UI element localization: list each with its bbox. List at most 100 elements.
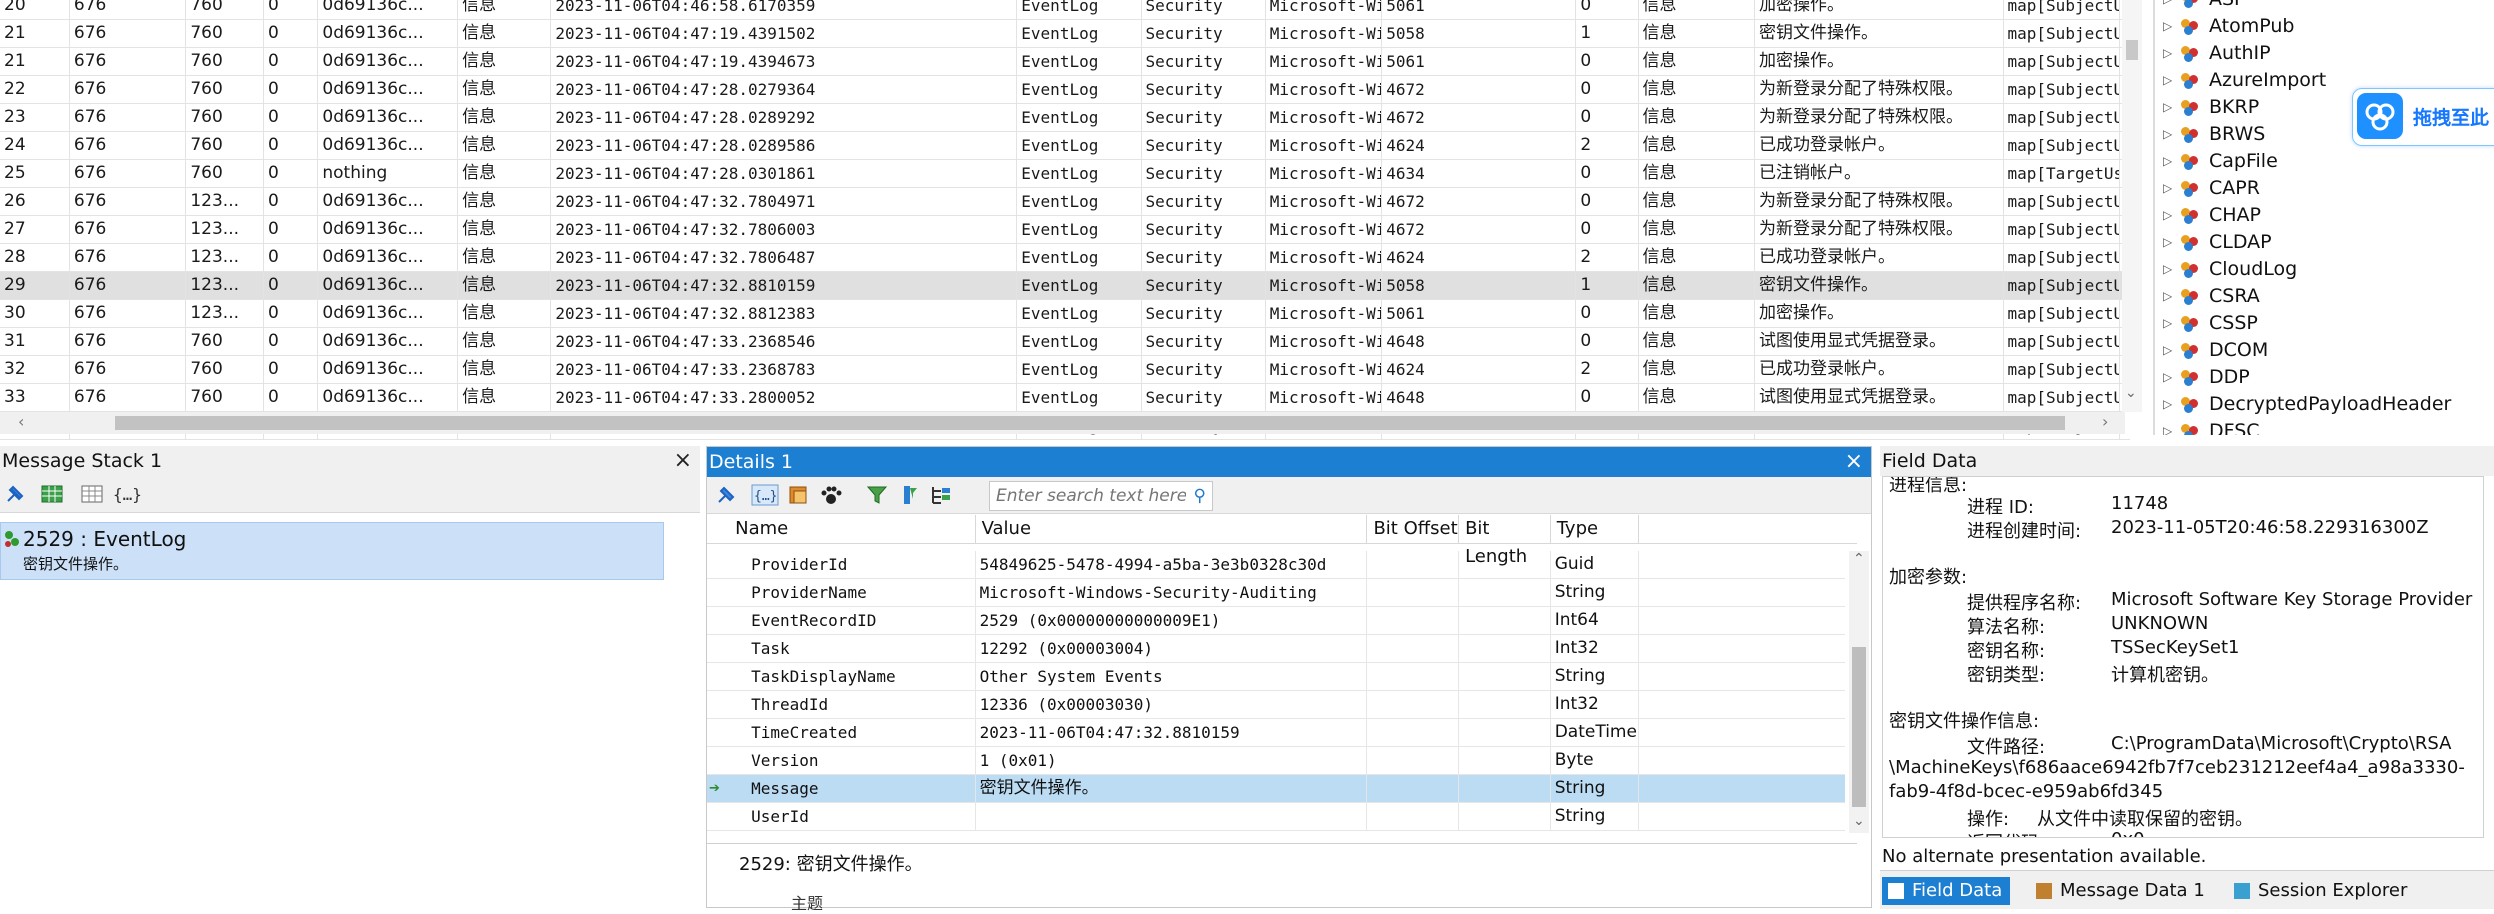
table-row[interactable]: 23 676 760 0 0d69136c... 信息 2023-11-06T04:47:2… — [0, 104, 2130, 132]
property-row[interactable]: TimeCreated 2023-11-06T04:47:32.8810159 Da… — [707, 719, 1845, 747]
expand-arrow-icon[interactable]: ▷ — [2163, 337, 2172, 364]
table-cell-prov: Microsoft-Win... — [1266, 384, 1383, 411]
table-cell-ver: 2 — [1576, 132, 1639, 159]
search-icon[interactable]: ⚲ — [1194, 486, 1206, 506]
braces-icon[interactable]: {…} — [112, 483, 142, 505]
property-row[interactable]: ThreadId 12336 (0x00003030) Int32 — [707, 691, 1845, 719]
property-row[interactable]: TaskDisplayName Other System Events String — [707, 663, 1845, 691]
pin-icon[interactable] — [713, 484, 737, 506]
column-header-bit-length[interactable]: Bit Length — [1459, 515, 1551, 567]
property-row[interactable]: ➔ Message 密钥文件操作。 String — [707, 775, 1845, 803]
property-row[interactable]: Version 1 (0x01) Byte — [707, 747, 1845, 775]
table-row[interactable]: 32 676 760 0 0d69136c... 信息 2023-11-06T04:47:3… — [0, 356, 2130, 384]
table-row[interactable]: 21 676 760 0 0d69136c... 信息 2023-11-06T04:47:1… — [0, 20, 2130, 48]
event-grid-vertical-scrollbar[interactable]: ⌄ — [2122, 0, 2142, 412]
scroll-down-arrow-icon[interactable]: ⌄ — [2125, 385, 2137, 401]
event-grid[interactable]: 20 676 760 0 0d69136c... 信息 2023-11-06T04:46:5… — [0, 0, 2150, 440]
tab-session-explorer[interactable]: Session Explorer — [2228, 877, 2415, 905]
tab-icon — [2036, 883, 2052, 899]
table-row[interactable]: 26 676 123... 0 0d69136c... 信息 2023-11-06T04:4… — [0, 188, 2130, 216]
expand-arrow-icon[interactable]: ▷ — [2163, 283, 2172, 310]
event-grid-horizontal-scrollbar[interactable]: ‹ › — [0, 412, 2125, 434]
expand-arrow-icon[interactable]: ▷ — [2163, 40, 2172, 67]
table-row[interactable]: 31 676 760 0 0d69136c... 信息 2023-11-06T04:47:3… — [0, 328, 2130, 356]
filter-icon[interactable] — [865, 484, 889, 506]
paw-icon[interactable] — [819, 484, 843, 506]
message-stack-item[interactable]: 2529 : EventLog 密钥文件操作。 — [0, 522, 664, 580]
table-cell-pid: 676 — [70, 384, 187, 411]
column-header-value[interactable]: Value — [976, 515, 1368, 543]
table-row[interactable]: 29 676 123... 0 0d69136c... 信息 2023-11-06T04:4… — [0, 272, 2130, 300]
protocol-tree[interactable]: ▷ ASF ▷ AtomPub ▷ AuthIP ▷ AzureImport ▷ BKRP ▷ BRW… — [2153, 0, 2494, 435]
column-header-name[interactable]: Name — [729, 515, 976, 543]
scroll-left-arrow-icon[interactable]: ‹ — [18, 412, 24, 431]
property-row[interactable]: Task 12292 (0x00003004) Int32 — [707, 635, 1845, 663]
expand-arrow-icon[interactable]: ▷ — [2163, 0, 2172, 13]
scroll-down-arrow-icon[interactable]: ⌄ — [1853, 813, 1865, 829]
table-row[interactable]: 28 676 123... 0 0d69136c... 信息 2023-11-06T04:4… — [0, 244, 2130, 272]
table-row[interactable]: 22 676 760 0 0d69136c... 信息 2023-11-06T04:47:2… — [0, 76, 2130, 104]
tree-view-icon[interactable] — [929, 484, 953, 506]
table-row[interactable]: 25 676 760 0 nothing 信息 2023-11-06T04:47:28.03… — [0, 160, 2130, 188]
expand-arrow-icon[interactable]: ▷ — [2163, 202, 2172, 229]
table-row[interactable]: 33 676 760 0 0d69136c... 信息 2023-11-06T04:47:3… — [0, 384, 2130, 412]
table-row[interactable]: 30 676 123... 0 0d69136c... 信息 2023-11-06T04:4… — [0, 300, 2130, 328]
table-view-icon[interactable] — [40, 483, 64, 505]
table-cell-ver: 0 — [1576, 384, 1639, 411]
expand-arrow-icon[interactable]: ▷ — [2163, 418, 2172, 435]
expand-arrow-icon[interactable]: ▷ — [2163, 391, 2172, 418]
table-row[interactable]: 21 676 760 0 0d69136c... 信息 2023-11-06T04:47:1… — [0, 48, 2130, 76]
property-cell-name: EventRecordID — [747, 607, 976, 634]
decode-icon[interactable] — [787, 484, 811, 506]
property-row[interactable]: UserId String — [707, 803, 1845, 831]
property-row[interactable]: EventRecordID 2529 (0x00000000000009E1) In… — [707, 607, 1845, 635]
pane-title: Details 1 — [707, 447, 1871, 477]
column-header-bit-offset[interactable]: Bit Offset — [1367, 515, 1460, 543]
grid-view-icon[interactable] — [80, 483, 104, 505]
table-row[interactable]: 20 676 760 0 0d69136c... 信息 2023-11-06T04:46:5… — [0, 0, 2130, 20]
table-cell-msg: 加密操作。 — [1755, 0, 2004, 19]
details-vertical-scrollbar[interactable]: ⌃ ⌄ — [1849, 551, 1869, 833]
table-cell-act: 0d69136c... — [318, 0, 459, 19]
expand-arrow-icon[interactable]: ▷ — [2163, 148, 2172, 175]
expand-arrow-icon[interactable]: ▷ — [2163, 13, 2172, 40]
table-cell-idx: 30 — [0, 300, 70, 327]
table-cell-msg: 为新登录分配了特殊权限。 — [1755, 76, 2004, 103]
close-icon[interactable]: × — [1845, 447, 1863, 477]
table-row[interactable]: 27 676 123... 0 0d69136c... 信息 2023-11-06T04:4… — [0, 216, 2130, 244]
column-header-type[interactable]: Type — [1551, 515, 1640, 543]
expand-arrow-icon[interactable]: ▷ — [2163, 67, 2172, 94]
expand-arrow-icon[interactable]: ▷ — [2163, 310, 2172, 337]
scrollbar-thumb[interactable] — [115, 416, 2065, 430]
table-cell-level: 信息 — [458, 272, 552, 299]
scrollbar-thumb[interactable] — [1852, 647, 1866, 807]
tab-message-data[interactable]: Message Data 1 — [2030, 877, 2213, 905]
tab-field-data[interactable]: Field Data — [1882, 877, 2011, 905]
pin-icon[interactable] — [2, 483, 26, 505]
drag-drop-widget[interactable]: 拖拽至此 — [2352, 88, 2494, 146]
property-row[interactable]: ProviderId 54849625-5478-4994-a5ba-3e3b03… — [707, 551, 1845, 579]
table-cell-time: 2023-11-06T04:47:28.0289292 — [551, 104, 1018, 131]
scroll-up-arrow-icon[interactable]: ⌃ — [1853, 551, 1865, 567]
column-filter-icon[interactable] — [897, 484, 921, 506]
field-label: 密钥文件操作信息: — [1889, 711, 2040, 732]
expand-arrow-icon[interactable]: ▷ — [2163, 364, 2172, 391]
scroll-right-arrow-icon[interactable]: › — [2102, 412, 2108, 431]
field-data-content[interactable]: 进程信息: 进程 ID: 11748 进程创建时间: 2023-11-05T20:46:… — [1882, 476, 2484, 838]
close-icon[interactable]: × — [674, 446, 692, 476]
braces-icon[interactable]: {…} — [751, 484, 779, 506]
search-input[interactable] — [990, 482, 1188, 510]
expand-arrow-icon[interactable]: ▷ — [2163, 121, 2172, 148]
scrollbar-thumb[interactable] — [2126, 40, 2138, 60]
table-cell-data: map[SubjectU — [2004, 132, 2120, 159]
expand-arrow-icon[interactable]: ▷ — [2163, 256, 2172, 283]
table-cell-prov: Microsoft-Win... — [1266, 20, 1383, 47]
table-row[interactable]: 24 676 760 0 0d69136c... 信息 2023-11-06T04:47:2… — [0, 132, 2130, 160]
expand-arrow-icon[interactable]: ▷ — [2163, 229, 2172, 256]
search-box[interactable]: ⚲ — [989, 481, 1213, 511]
table-cell-msg: 已成功登录帐户。 — [1755, 132, 2004, 159]
property-row[interactable]: ProviderName Microsoft-Windows-Security-A… — [707, 579, 1845, 607]
expand-arrow-icon[interactable]: ▷ — [2163, 175, 2172, 202]
property-cell-col2 — [1367, 747, 1460, 774]
expand-arrow-icon[interactable]: ▷ — [2163, 94, 2172, 121]
